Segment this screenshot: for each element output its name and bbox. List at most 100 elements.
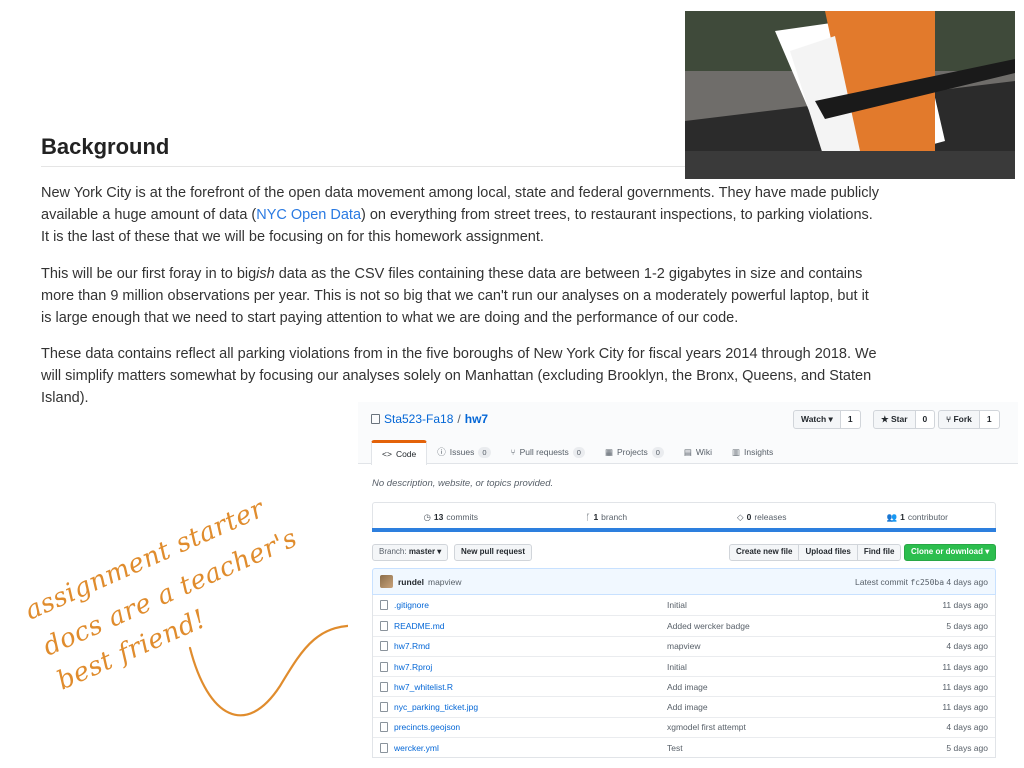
intro-paragraph: New York City is at the forefront of the… xyxy=(41,182,881,248)
star-button[interactable]: ★ Star xyxy=(873,410,916,429)
table-row: wercker.yml Test 5 days ago xyxy=(373,737,995,757)
tab-projects[interactable]: ▦ Projects 0 xyxy=(595,440,674,464)
watch-count[interactable]: 1 xyxy=(840,410,861,429)
file-name-link[interactable]: .gitignore xyxy=(394,600,667,610)
file-actions-group: Create new file Upload files Find file xyxy=(729,544,902,561)
fork-button[interactable]: ⑂ Fork xyxy=(938,410,980,429)
file-name-link[interactable]: hw7_whitelist.R xyxy=(394,682,667,692)
file-name-link[interactable]: hw7.Rmd xyxy=(394,641,667,651)
repo-header: Sta523-Fa18 / hw7 Watch ▾ 1 ★ Star 0 ⑂ F… xyxy=(358,402,1018,465)
clone-download-button[interactable]: Clone or download ▾ xyxy=(904,544,996,561)
upload-files-button[interactable]: Upload files xyxy=(798,544,858,561)
find-file-button[interactable]: Find file xyxy=(856,544,902,561)
file-icon xyxy=(380,600,388,611)
tab-pull-requests[interactable]: ⑂ Pull requests 0 xyxy=(501,440,595,464)
commits-count: 13 xyxy=(433,512,444,522)
commit-sha-link[interactable]: fc250ba xyxy=(910,578,944,587)
commits-label: commits xyxy=(446,512,479,522)
tab-projects-label: Projects xyxy=(616,447,648,457)
table-row: precincts.geojson xgmodel first attempt … xyxy=(373,716,995,737)
tab-insights[interactable]: ▥ Insights xyxy=(722,440,783,464)
nyc-open-data-link[interactable]: NYC Open Data xyxy=(256,207,361,223)
branch-prefix: Branch: xyxy=(379,547,407,556)
watch-button[interactable]: Watch ▾ xyxy=(793,410,841,429)
file-commit-message[interactable]: Initial xyxy=(667,600,942,610)
file-commit-message[interactable]: Added wercker badge xyxy=(667,621,946,631)
tab-issues[interactable]: ⓘ Issues 0 xyxy=(427,440,500,464)
file-commit-message[interactable]: mapview xyxy=(667,641,946,651)
issues-count: 0 xyxy=(478,446,491,458)
branch-select-button[interactable]: Branch: master ▾ xyxy=(372,544,449,561)
commit-age: 4 days ago xyxy=(946,576,988,587)
file-age: 5 days ago xyxy=(946,742,988,753)
fork-count[interactable]: 1 xyxy=(979,410,1000,429)
releases-count: 0 xyxy=(746,512,752,522)
table-row: hw7.Rmd mapview 4 days ago xyxy=(373,635,995,656)
file-name-link[interactable]: nyc_parking_ticket.jpg xyxy=(394,702,667,712)
file-commit-message[interactable]: Add image xyxy=(667,682,942,692)
branch-label: branch xyxy=(601,512,628,522)
branches-summary[interactable]: ᚴ 1 branch xyxy=(529,503,685,531)
graph-icon: ▥ xyxy=(731,446,740,457)
repo-separator: / xyxy=(457,412,461,426)
table-row: .gitignore Initial 11 days ago xyxy=(373,595,995,615)
star-count[interactable]: 0 xyxy=(915,410,936,429)
repo-title: Sta523-Fa18 / hw7 xyxy=(371,412,488,426)
commit-message[interactable]: mapview xyxy=(428,577,462,587)
commits-summary[interactable]: ◷ 13 commits xyxy=(373,503,529,531)
handwritten-annotation: assignment starter docs are a teacher's … xyxy=(21,498,348,717)
file-name-link[interactable]: wercker.yml xyxy=(394,743,667,753)
star-group: ★ Star 0 xyxy=(873,410,936,429)
language-bar xyxy=(372,528,996,532)
tab-wiki[interactable]: ▤ Wiki xyxy=(674,440,722,464)
releases-label: releases xyxy=(754,512,787,522)
branch-count: 1 xyxy=(593,512,599,522)
contributor-label: contributor xyxy=(907,512,948,522)
tab-wiki-label: Wiki xyxy=(695,447,712,457)
file-age: 11 days ago xyxy=(942,600,988,611)
pull-requests-count: 0 xyxy=(572,446,585,458)
file-icon xyxy=(380,702,388,713)
code-icon: <> xyxy=(382,449,392,459)
repo-owner-link[interactable]: Sta523-Fa18 xyxy=(384,412,453,426)
fork-label: Fork xyxy=(953,414,972,424)
commit-author[interactable]: rundel xyxy=(398,577,424,587)
parking-ticket-photo xyxy=(685,11,1015,179)
latest-commit-bar: rundel mapview Latest commit fc250ba 4 d… xyxy=(372,568,996,595)
tag-icon: ◇ xyxy=(737,511,744,522)
table-row: hw7.Rproj Initial 11 days ago xyxy=(373,655,995,676)
file-name-link[interactable]: hw7.Rproj xyxy=(394,662,667,672)
table-row: hw7_whitelist.R Add image 11 days ago xyxy=(373,676,995,696)
file-commit-message[interactable]: Add image xyxy=(667,702,942,712)
file-commit-message[interactable]: Initial xyxy=(667,662,942,672)
project-icon: ▦ xyxy=(604,446,613,457)
contributor-count: 1 xyxy=(900,512,905,522)
file-name-link[interactable]: precincts.geojson xyxy=(394,722,667,732)
file-icon xyxy=(380,722,388,733)
file-name-link[interactable]: README.md xyxy=(394,621,667,631)
tab-pull-requests-label: Pull requests xyxy=(519,447,569,457)
wiki-icon: ▤ xyxy=(683,446,692,457)
create-file-button[interactable]: Create new file xyxy=(729,544,800,561)
contributors-summary[interactable]: 👥 1 contributor xyxy=(840,503,996,531)
repo-name-link[interactable]: hw7 xyxy=(465,412,488,426)
avatar[interactable] xyxy=(380,575,393,588)
file-list: .gitignore Initial 11 days ago README.md… xyxy=(372,595,996,759)
tab-code[interactable]: <> Code xyxy=(371,440,428,465)
projects-count: 0 xyxy=(651,446,664,458)
releases-summary[interactable]: ◇ 0 releases xyxy=(684,503,840,531)
file-age: 4 days ago xyxy=(946,641,988,652)
file-commit-message[interactable]: xgmodel first attempt xyxy=(667,722,946,732)
file-age: 11 days ago xyxy=(942,681,988,692)
file-icon xyxy=(380,681,388,692)
repo-tabs: <> Code ⓘ Issues 0 ⑂ Pull requests 0 ▦ P… xyxy=(371,440,783,465)
tab-issues-label: Issues xyxy=(449,447,475,457)
latest-commit-info: Latest commit fc250ba 4 days ago xyxy=(855,577,988,587)
table-row: README.md Added wercker badge 5 days ago xyxy=(373,615,995,635)
file-commit-message[interactable]: Test xyxy=(667,743,946,753)
repo-description: No description, website, or topics provi… xyxy=(372,478,554,489)
heading-divider xyxy=(41,166,685,167)
scope-paragraph: These data contains reflect all parking … xyxy=(41,346,877,406)
new-pull-request-button[interactable]: New pull request xyxy=(454,544,533,561)
data-size-paragraph: This will be our first foray in to bigis… xyxy=(41,263,881,329)
